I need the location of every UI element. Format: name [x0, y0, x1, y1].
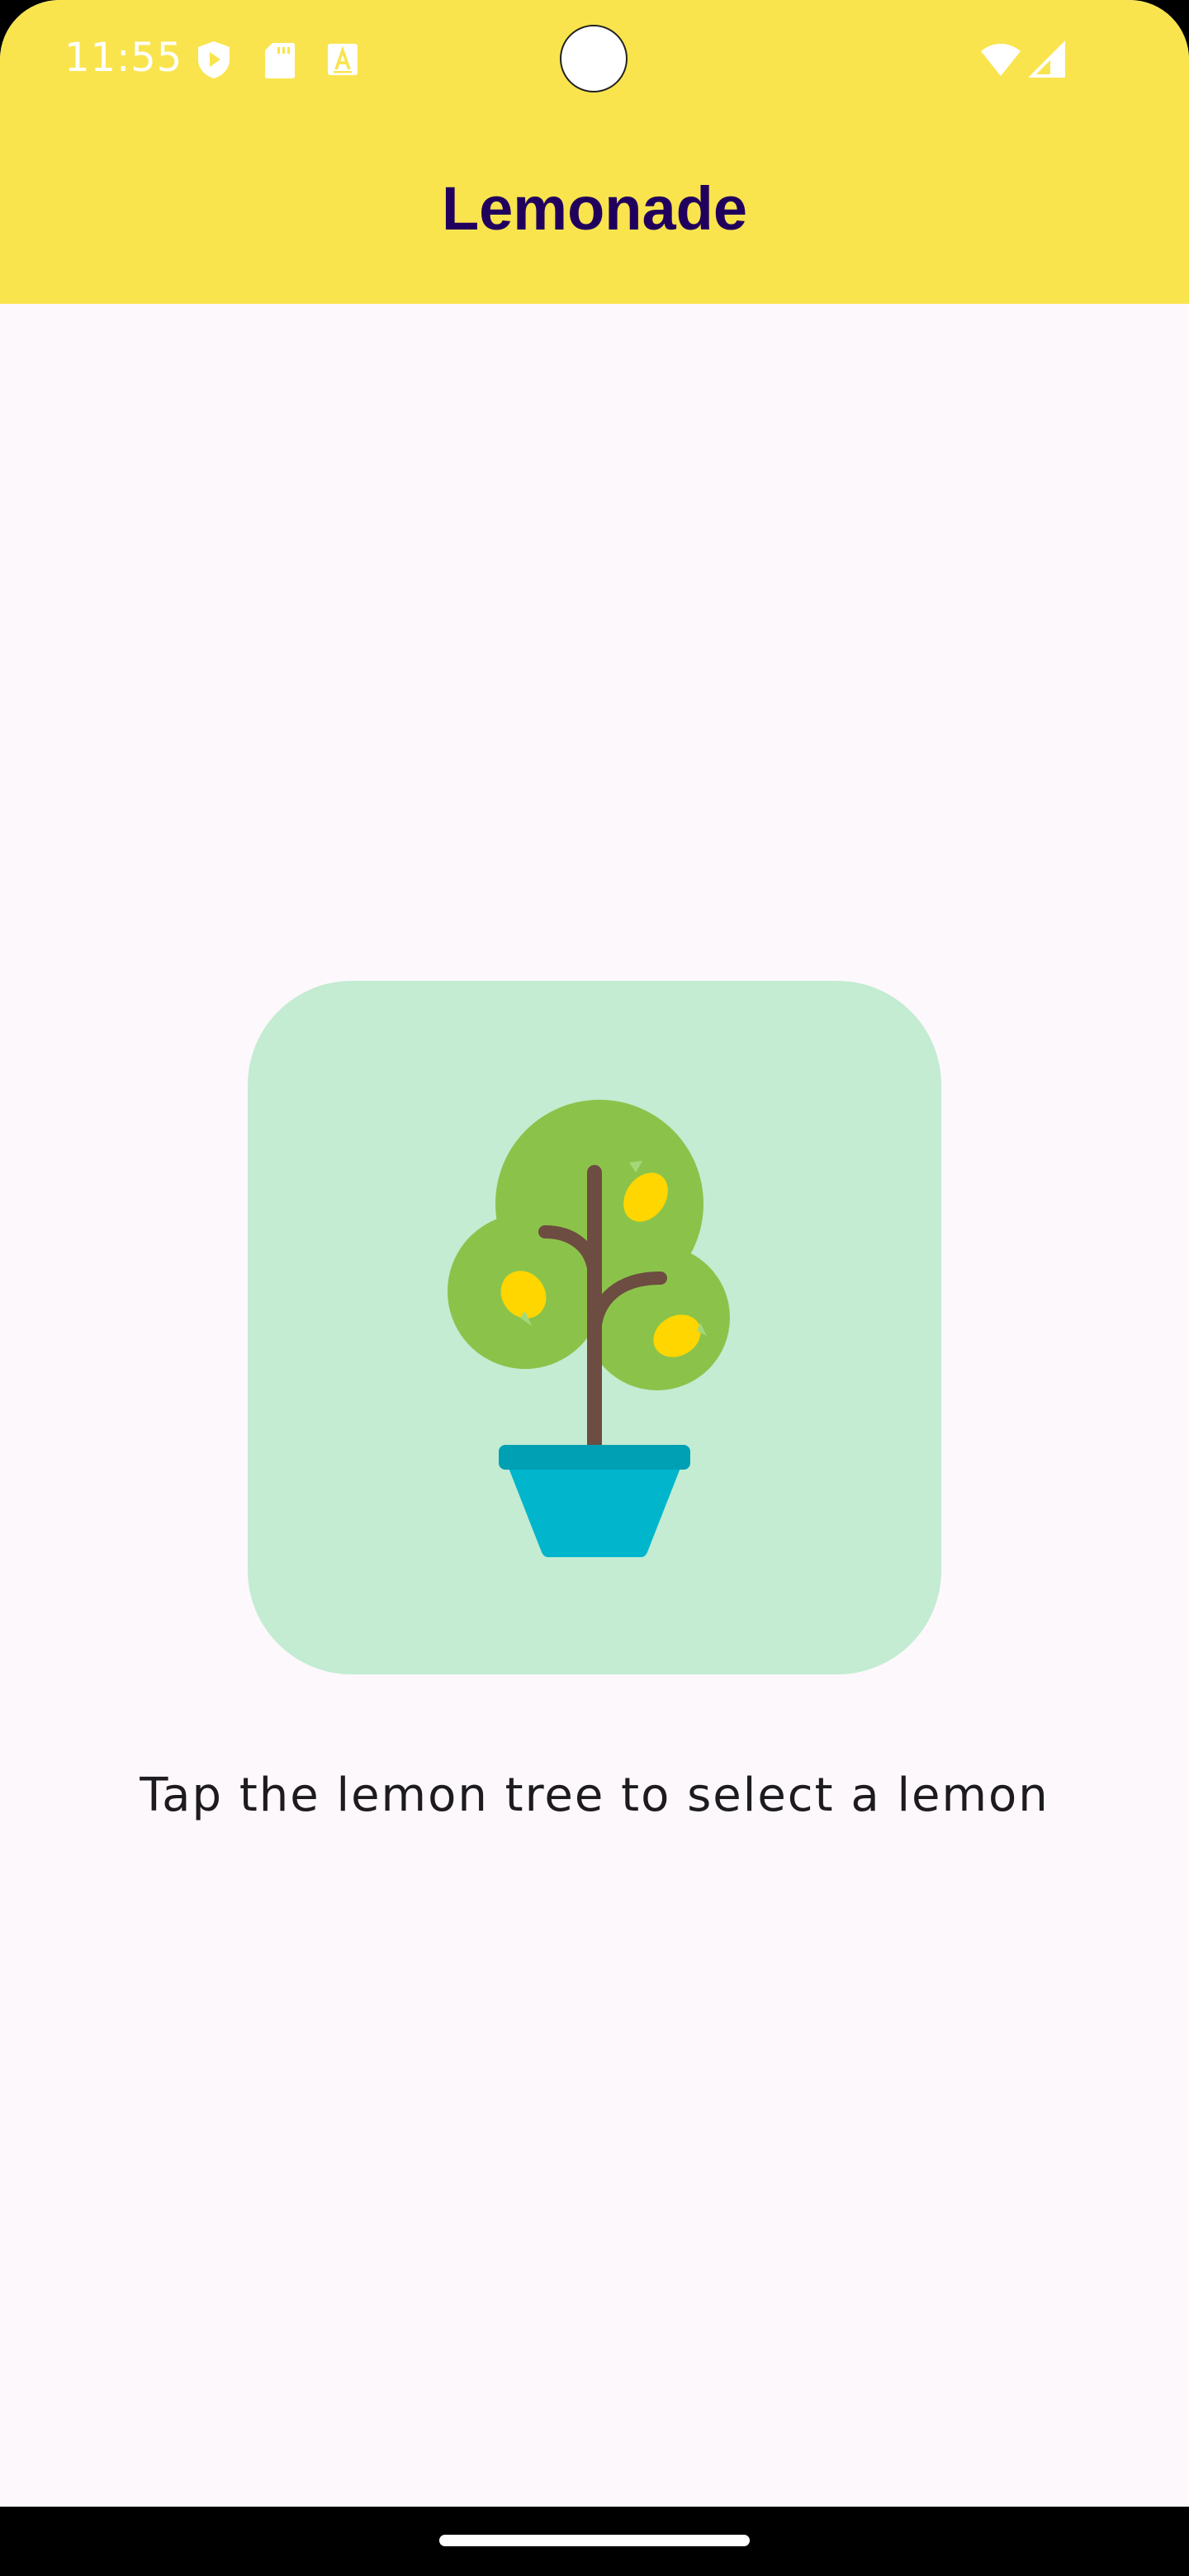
- lemon-tree-button[interactable]: [248, 981, 941, 1674]
- wifi-icon: [979, 40, 1022, 79]
- navigation-bar: [0, 2507, 1189, 2576]
- status-bar: 11:55: [0, 0, 1189, 122]
- lemon-tree-icon: [448, 1100, 730, 1557]
- camera-cutout: [560, 25, 628, 92]
- sd-card-icon: [261, 40, 299, 79]
- instruction-text: Tap the lemon tree to select a lemon: [140, 1769, 1049, 1822]
- home-gesture-handle[interactable]: [439, 2535, 750, 2546]
- shield-play-icon: [195, 40, 233, 79]
- top-app-bar: 11:55 Lemonade: [0, 0, 1189, 304]
- font-a-icon: [324, 40, 362, 79]
- app-title: Lemonade: [441, 174, 748, 243]
- app-screen: 11:55 Lemonade Tap the lemon tree to sel…: [0, 0, 1189, 2507]
- status-time: 11:55: [64, 35, 183, 81]
- cell-signal-icon: [1028, 40, 1067, 79]
